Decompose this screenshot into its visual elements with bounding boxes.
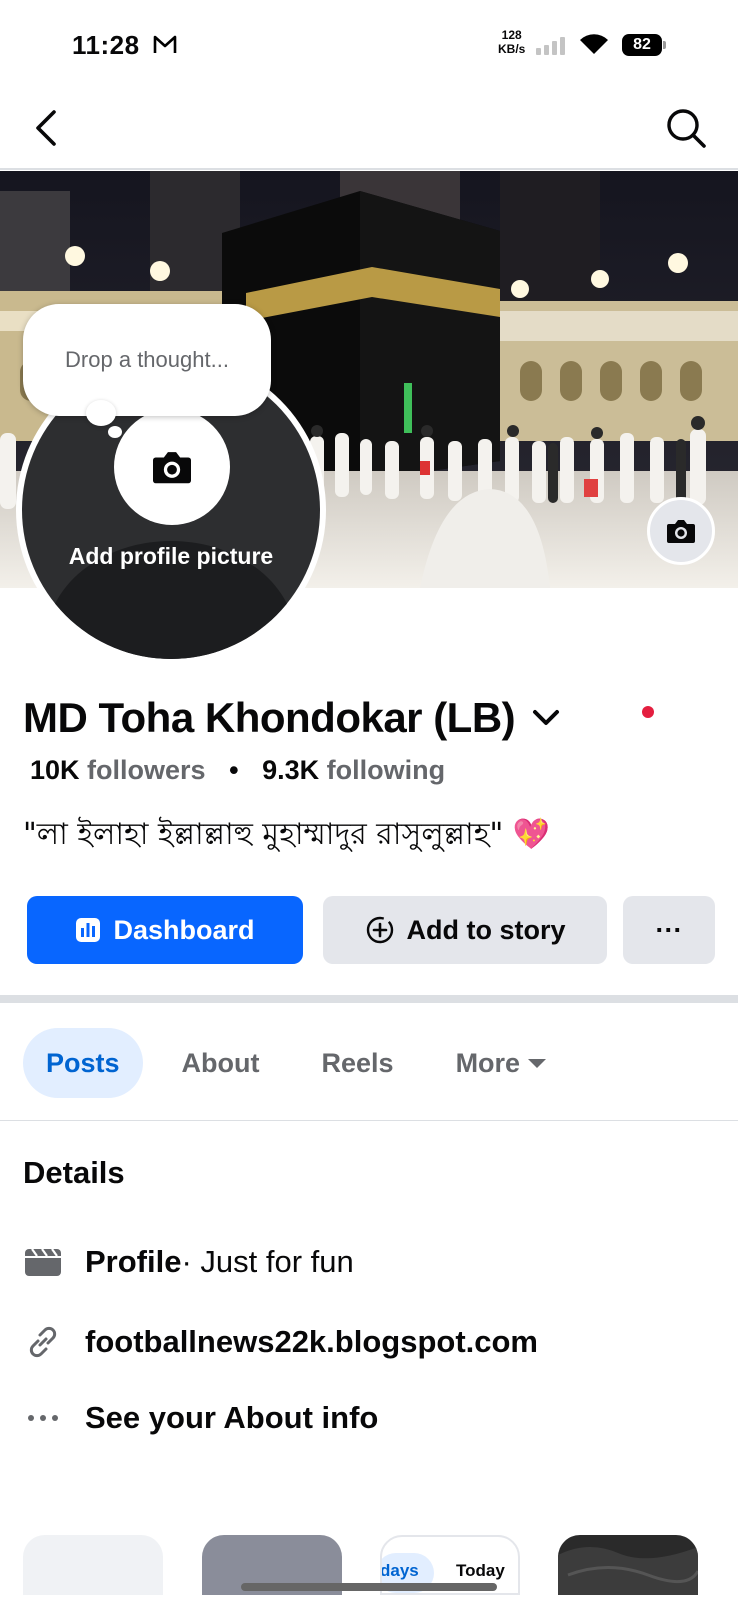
tab-posts-label: Posts (46, 1047, 120, 1078)
card-today-label: Today (456, 1561, 505, 1580)
battery-tip (663, 41, 666, 49)
stats-separator: • (229, 755, 239, 785)
battery-icon: 82 (622, 34, 666, 56)
website-link[interactable]: footballnews22k.blogspot.com (85, 1324, 538, 1360)
tab-reels-label: Reels (321, 1047, 394, 1078)
followers-label[interactable]: followers (87, 755, 206, 785)
section-divider (0, 995, 738, 1003)
profile-type-value: · Just for fun (181, 1244, 354, 1279)
caret-down-icon (528, 1058, 547, 1068)
network-speed-unit: KB/s (498, 42, 526, 56)
detail-website[interactable]: footballnews22k.blogspot.com (23, 1322, 538, 1362)
tab-reels[interactable]: Reels (299, 1028, 417, 1098)
more-dots-icon (23, 1400, 63, 1436)
camera-icon (153, 452, 191, 484)
featured-card[interactable] (558, 1535, 698, 1595)
tab-about-label: About (181, 1047, 260, 1078)
add-circle-icon (365, 915, 395, 945)
status-bar: 11:28 128 KB/s 82 (0, 0, 738, 88)
details-heading: Details (23, 1155, 125, 1190)
notification-dot (642, 706, 654, 718)
chevron-left-icon[interactable] (26, 106, 66, 150)
featured-card[interactable] (23, 1535, 163, 1595)
add-profile-picture-button[interactable] (114, 409, 230, 525)
profile-name: MD Toha Khondokar (LB) (23, 694, 516, 741)
edit-cover-button[interactable] (647, 497, 715, 565)
profile-type-label: Profile (85, 1244, 182, 1279)
thought-bubble[interactable]: Drop a thought... (23, 304, 271, 416)
detail-profile-type: Profile · Just for fun (23, 1242, 354, 1282)
thought-bubble-dot (86, 400, 116, 426)
profile-bio: "লা ইলাহা ইল্লাল্লাহু মুহাম্মাদুর রাসুলু… (23, 817, 551, 852)
detail-about-info[interactable]: See your About info (23, 1398, 378, 1438)
card-texture (558, 1546, 698, 1595)
tab-posts[interactable]: Posts (23, 1028, 143, 1098)
thought-bubble-dot (108, 426, 122, 438)
follow-stats: 10K followers • 9.3K following (30, 755, 445, 786)
chart-icon (75, 917, 101, 943)
link-icon (23, 1324, 63, 1360)
more-dots-icon: ··· (655, 914, 683, 945)
status-time: 11:28 (72, 30, 140, 60)
tab-more[interactable]: More (433, 1028, 570, 1098)
gmail-icon (153, 35, 177, 53)
profile-tabs: Posts About Reels More (23, 1028, 569, 1098)
network-speed: 128 KB/s (498, 28, 525, 56)
following-label[interactable]: following (327, 755, 445, 785)
more-options-button[interactable]: ··· (623, 896, 715, 964)
camera-icon (667, 520, 695, 543)
add-profile-picture-label: Add profile picture (68, 543, 274, 569)
add-to-story-label: Add to story (406, 914, 566, 945)
following-count[interactable]: 9.3K (262, 755, 319, 785)
wifi-icon (580, 34, 608, 54)
see-about-info-link[interactable]: See your About info (85, 1400, 378, 1436)
tab-about[interactable]: About (159, 1028, 283, 1098)
tabs-divider (0, 1120, 738, 1121)
signal-icon (536, 37, 565, 55)
battery-level: 82 (622, 34, 662, 56)
tab-more-label: More (455, 1047, 521, 1078)
top-nav (0, 88, 738, 170)
profile-name-row[interactable]: MD Toha Khondokar (LB) (23, 690, 561, 746)
followers-count[interactable]: 10K (30, 755, 80, 785)
chevron-down-icon[interactable] (531, 708, 561, 728)
search-icon[interactable] (664, 106, 708, 150)
dashboard-button[interactable]: Dashboard (27, 896, 303, 964)
add-to-story-button[interactable]: Add to story (323, 896, 607, 964)
network-speed-value: 128 (501, 28, 522, 42)
dashboard-label: Dashboard (113, 914, 255, 945)
clapperboard-icon (23, 1244, 63, 1280)
home-indicator[interactable] (241, 1583, 497, 1591)
